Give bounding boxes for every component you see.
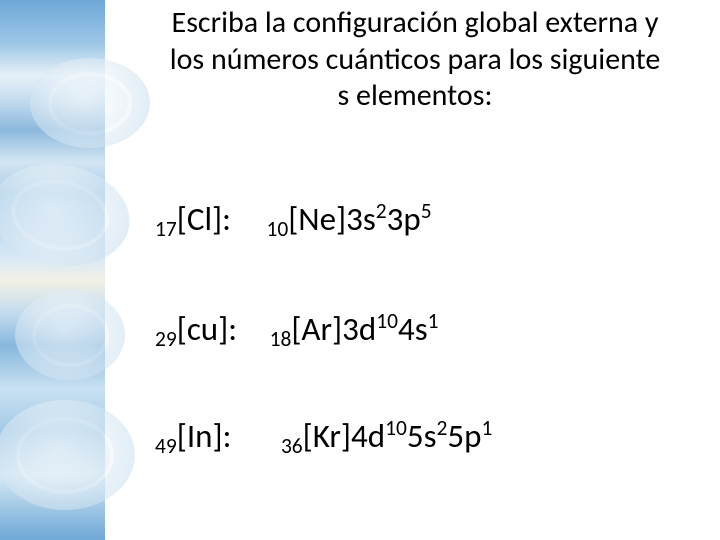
orbital: 4s <box>398 309 428 349</box>
orbital: 3p <box>387 199 421 239</box>
orbital-exp: 2 <box>437 415 448 441</box>
core-z: 10 <box>266 216 288 242</box>
slide-title: Escriba la configuración global externa … <box>165 5 665 115</box>
element-symbol: [cu]: <box>177 309 237 349</box>
atomic-number: 49 <box>155 433 177 459</box>
element-row-cl: 17[Cl]: 10[Ne]3s23p5 <box>155 200 432 240</box>
element-symbol: [Cl]: <box>177 199 231 239</box>
orbital: 5s <box>407 416 437 456</box>
element-symbol: [In]: <box>177 416 232 456</box>
element-label: 49[In]: <box>155 417 231 457</box>
core-gas: [Ne] <box>288 199 346 239</box>
orbital: 3s <box>346 199 376 239</box>
orbital-exp: 1 <box>428 308 439 334</box>
electron-config: 18[Ar]3d104s1 <box>270 310 439 350</box>
orbital: 5p <box>447 416 481 456</box>
core-z: 18 <box>270 326 292 352</box>
orbital-exp: 2 <box>376 198 387 224</box>
core-gas: [Kr] <box>303 416 351 456</box>
orbital-exp: 10 <box>376 308 398 334</box>
core-z: 36 <box>281 433 303 459</box>
orbital-exp: 10 <box>385 415 407 441</box>
slide-content: Escriba la configuración global externa … <box>0 0 720 540</box>
orbital-exp: 1 <box>481 415 492 441</box>
electron-config: 36[Kr]4d105s25p1 <box>281 417 492 457</box>
element-row-cu: 29[cu]: 18[Ar]3d104s1 <box>155 310 438 350</box>
element-label: 17[Cl]: <box>155 200 231 240</box>
atomic-number: 17 <box>155 216 177 242</box>
orbital: 3d <box>342 309 376 349</box>
orbital: 4d <box>351 416 385 456</box>
core-gas: [Ar] <box>291 309 342 349</box>
orbital-exp: 5 <box>421 198 432 224</box>
element-label: 29[cu]: <box>155 310 237 350</box>
atomic-number: 29 <box>155 326 177 352</box>
element-row-in: 49[In]: 36[Kr]4d105s25p1 <box>155 417 492 457</box>
electron-config: 10[Ne]3s23p5 <box>266 200 431 240</box>
